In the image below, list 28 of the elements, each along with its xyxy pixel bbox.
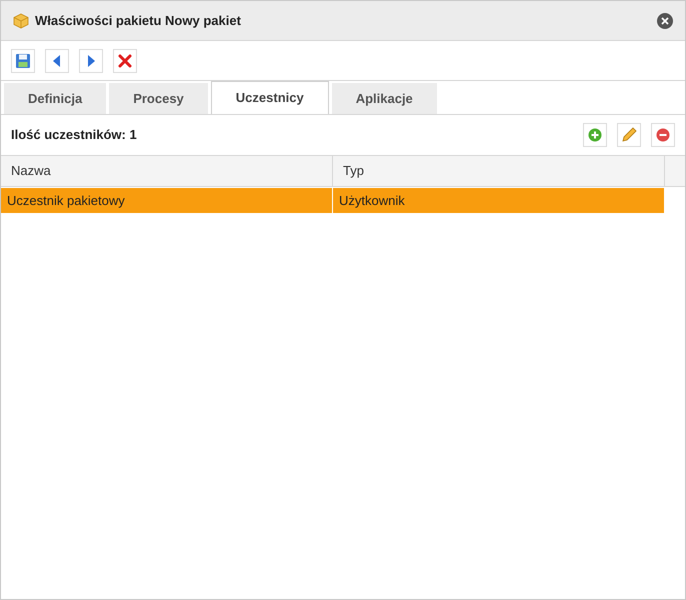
table-cell: Użytkownik bbox=[333, 188, 665, 213]
remove-button[interactable] bbox=[651, 123, 675, 147]
tab[interactable]: Procesy bbox=[109, 83, 208, 114]
column-header[interactable]: Typ bbox=[333, 156, 665, 186]
close-icon bbox=[661, 16, 669, 24]
tab[interactable]: Aplikacje bbox=[332, 83, 437, 114]
left-arrow-icon bbox=[53, 54, 61, 66]
add-button[interactable] bbox=[583, 123, 607, 147]
close-icon bbox=[118, 54, 132, 68]
pencil-icon bbox=[621, 127, 637, 143]
save-icon bbox=[15, 52, 31, 68]
table-row[interactable]: Uczestnik pakietowy Użytkownik bbox=[1, 188, 665, 213]
edit-button[interactable] bbox=[617, 123, 641, 147]
save-button[interactable] bbox=[11, 48, 35, 72]
plus-icon bbox=[588, 128, 602, 142]
table-cell: Uczestnik pakietowy bbox=[1, 188, 333, 213]
minus-icon bbox=[656, 128, 670, 142]
right-arrow-icon bbox=[87, 54, 95, 66]
cancel-button[interactable] bbox=[113, 48, 137, 72]
column-header[interactable]: Nazwa bbox=[1, 156, 333, 186]
close-button[interactable] bbox=[657, 12, 673, 28]
window-title: Właściwości pakietu Nowy pakiet bbox=[35, 12, 241, 30]
back-button[interactable] bbox=[45, 48, 69, 72]
tab[interactable]: Uczestnicy bbox=[210, 81, 329, 114]
participant-count: Ilość uczestników: 1 bbox=[11, 126, 137, 144]
tab[interactable]: Definicja bbox=[4, 83, 106, 114]
forward-button[interactable] bbox=[79, 48, 103, 72]
package-icon bbox=[13, 12, 29, 28]
